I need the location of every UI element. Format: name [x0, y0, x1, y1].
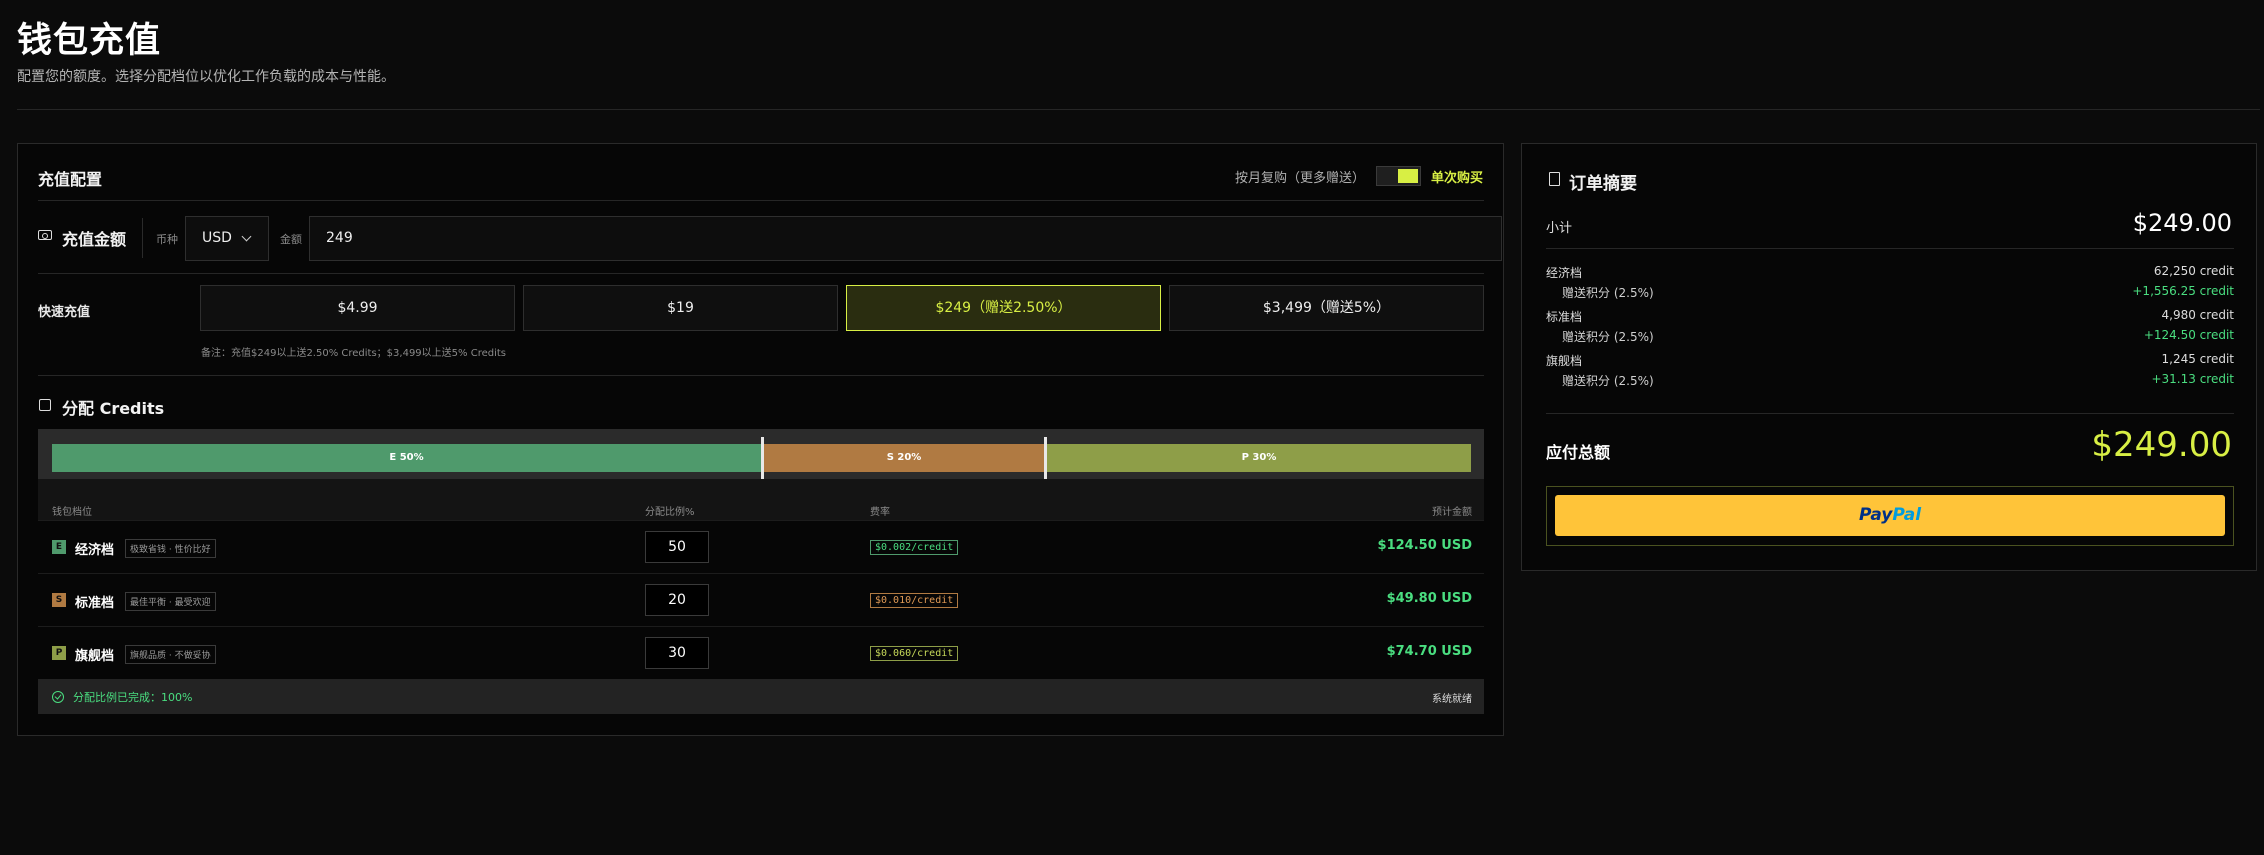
currency-label: 币种 — [156, 233, 178, 246]
divider — [1546, 248, 2234, 249]
total-value: $249.00 — [2091, 425, 2232, 465]
summary-item-name: 旗舰档 — [1546, 354, 1583, 368]
page-title: 钱包充值 — [17, 21, 162, 61]
chevron-down-icon — [241, 231, 252, 242]
allocation-bar[interactable]: E 50% S 20% P 30% — [38, 429, 1484, 479]
divider — [38, 200, 1484, 201]
paypal-button[interactable]: PayPal — [1555, 495, 2225, 536]
recharge-config-panel: 充值配置 按月复购（更多赠送） 单次购买 充值金额 币种 USD 金额 249 … — [17, 143, 1504, 736]
quick-recharge-label: 快速充值 — [38, 305, 91, 320]
segment-premium: P 30% — [1047, 444, 1471, 472]
header-divider — [17, 109, 2260, 110]
quick-option-button[interactable]: $3,499（赠送5%） — [1169, 285, 1484, 331]
subtotal-value: $249.00 — [2132, 209, 2232, 237]
money-icon — [38, 230, 52, 240]
amount-label: 金额 — [280, 233, 302, 246]
summary-item-name: 经济档 — [1546, 266, 1583, 280]
bonus-label: 赠送积分 (2.5%) — [1562, 286, 1654, 300]
quick-option-button[interactable]: $19 — [523, 285, 838, 331]
allocation-status-bar: 分配比例已完成：100% 系统就绪 — [38, 679, 1484, 714]
system-status: 系统就绪 — [1432, 694, 1472, 705]
tier-badge: S — [52, 593, 66, 607]
allocation-title: 分配 Credits — [62, 399, 165, 418]
summary-item-credits: 62,250 credit — [2153, 264, 2234, 278]
document-icon — [1549, 172, 1560, 186]
divider — [38, 273, 1484, 274]
header-estimate: 预计金额 — [1432, 507, 1472, 518]
header-ratio: 分配比例% — [645, 507, 695, 518]
config-title: 充值配置 — [38, 170, 103, 189]
tier-name: 旗舰档 — [75, 649, 115, 664]
bonus-label: 赠送积分 (2.5%) — [1562, 330, 1654, 344]
rate-tag: $0.002/credit — [870, 540, 959, 555]
summary-title: 订单摘要 — [1569, 174, 1637, 194]
bonus-value: +1,556.25 credit — [2132, 284, 2234, 298]
paypal-logo-pay: Pay — [1858, 505, 1893, 525]
wallet-icon — [39, 399, 51, 411]
quick-option-button-selected[interactable]: $249（赠送2.50%） — [846, 285, 1161, 331]
subtotal-label: 小计 — [1546, 221, 1573, 236]
estimated-amount: $49.80 USD — [1386, 591, 1472, 606]
tier-tag: 旗舰品质 · 不做妥协 — [125, 645, 216, 664]
rate-tag: $0.060/credit — [870, 646, 959, 661]
order-summary-panel: 订单摘要 小计 $249.00 经济档 62,250 credit 赠送积分 (… — [1521, 143, 2257, 571]
estimated-amount: $74.70 USD — [1386, 644, 1472, 659]
ratio-input[interactable]: 30 — [645, 637, 709, 669]
amount-input[interactable]: 249 — [309, 216, 1502, 261]
toggle-knob — [1398, 169, 1418, 183]
summary-item-name: 标准档 — [1546, 310, 1583, 324]
tier-name: 经济档 — [75, 543, 115, 558]
tier-name: 标准档 — [75, 596, 115, 611]
divider — [1546, 413, 2234, 414]
tier-badge: E — [52, 540, 66, 554]
estimated-amount: $124.50 USD — [1377, 538, 1472, 553]
header-tier: 钱包档位 — [52, 507, 92, 518]
drag-handle[interactable] — [761, 437, 764, 479]
ratio-input[interactable]: 20 — [645, 584, 709, 616]
amount-section-title: 充值金额 — [62, 230, 127, 249]
vertical-separator — [142, 218, 143, 258]
segment-standard: S 20% — [764, 444, 1044, 472]
allocation-status-text: 分配比例已完成：100% — [73, 691, 193, 704]
check-circle-icon — [52, 691, 64, 703]
allocation-box: E 50% S 20% P 30% 钱包档位 分配比例% 费率 预计金额 E 经… — [38, 429, 1484, 714]
paypal-logo-pal: Pal — [1892, 505, 1922, 525]
bonus-value: +124.50 credit — [2143, 328, 2234, 342]
total-label: 应付总额 — [1546, 443, 1611, 462]
drag-handle[interactable] — [1044, 437, 1047, 479]
quick-option-button[interactable]: $4.99 — [200, 285, 515, 331]
rate-tag: $0.010/credit — [870, 593, 959, 608]
ratio-input[interactable]: 50 — [645, 531, 709, 563]
tier-tag: 最佳平衡 · 最受欢迎 — [125, 592, 216, 611]
segment-economy: E 50% — [52, 444, 761, 472]
table-row: S 标准档 最佳平衡 · 最受欢迎 20 $0.010/credit $49.8… — [38, 573, 1484, 626]
monthly-mode-label[interactable]: 按月复购（更多赠送） — [1235, 167, 1365, 186]
header-rate: 费率 — [870, 507, 890, 518]
bonus-label: 赠送积分 (2.5%) — [1562, 374, 1654, 388]
tier-badge: P — [52, 646, 66, 660]
one-time-mode-label[interactable]: 单次购买 — [1431, 167, 1483, 186]
currency-select[interactable]: USD — [185, 216, 269, 261]
bonus-value: +31.13 credit — [2151, 372, 2234, 386]
divider — [38, 375, 1484, 376]
currency-value: USD — [202, 230, 232, 246]
page-subtitle: 配置您的额度。选择分配档位以优化工作负载的成本与性能。 — [17, 69, 395, 85]
recharge-note: 备注：充值$249以上送2.50% Credits；$3,499以上送5% Cr… — [201, 348, 506, 359]
tier-tag: 极致省钱 · 性价比好 — [125, 539, 216, 558]
summary-item-credits: 4,980 credit — [2161, 308, 2234, 322]
table-row: E 经济档 极致省钱 · 性价比好 50 $0.002/credit $124.… — [38, 520, 1484, 573]
table-row: P 旗舰档 旗舰品质 · 不做妥协 30 $0.060/credit $74.7… — [38, 626, 1484, 679]
purchase-mode-toggle[interactable] — [1376, 166, 1421, 186]
summary-item-credits: 1,245 credit — [2161, 352, 2234, 366]
paypal-container: PayPal — [1546, 486, 2234, 546]
